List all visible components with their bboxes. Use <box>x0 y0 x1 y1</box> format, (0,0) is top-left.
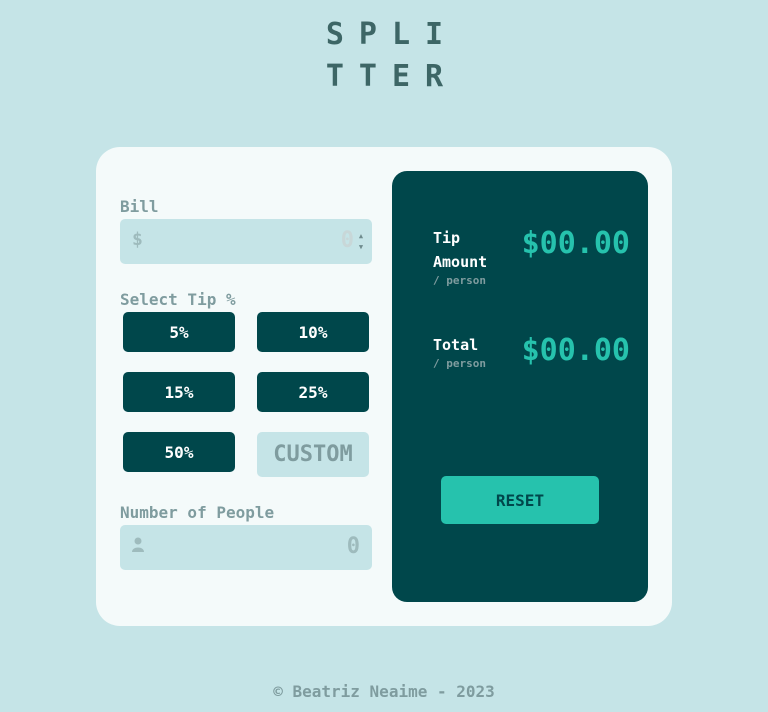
spin-down-icon[interactable]: ▼ <box>359 243 363 251</box>
total-label: Total <box>433 336 479 354</box>
tip-amount-label-line1: Tip <box>433 229 461 247</box>
tip-button-10[interactable]: 10% <box>257 312 369 352</box>
people-value: 0 <box>346 534 360 559</box>
tip-per-person-label: / person <box>433 274 486 287</box>
tip-button-50[interactable]: 50% <box>123 432 235 472</box>
people-input[interactable]: 0 <box>120 525 372 570</box>
reset-button[interactable]: RESET <box>441 476 599 524</box>
bill-value: 0 <box>340 228 354 253</box>
footer-credit: © Beatriz Neaime - 2023 <box>273 682 495 701</box>
tip-button-5[interactable]: 5% <box>123 312 235 352</box>
logo-line-1: SPLI <box>325 17 459 52</box>
tip-button-25[interactable]: 25% <box>257 372 369 412</box>
number-spinner[interactable]: ▲ ▼ <box>356 232 366 251</box>
person-icon <box>132 537 144 557</box>
results-panel: Tip Amount / person $00.00 Total / perso… <box>392 171 648 602</box>
app-logo: SPLI TTER <box>0 14 768 98</box>
people-label: Number of People <box>120 503 275 522</box>
bill-input[interactable]: $ 0 ▲ ▼ <box>120 219 372 264</box>
total-amount-value: $00.00 <box>521 333 630 368</box>
spin-up-icon[interactable]: ▲ <box>359 232 363 240</box>
select-tip-label: Select Tip % <box>120 290 236 309</box>
tip-amount-value: $00.00 <box>521 226 630 261</box>
calculator-card: Bill $ 0 ▲ ▼ Select Tip % 5% 10% 15% 25%… <box>96 147 672 626</box>
tip-button-15[interactable]: 15% <box>123 372 235 412</box>
tip-amount-label: Tip Amount <box>433 226 487 274</box>
bill-label: Bill <box>120 197 159 216</box>
custom-tip-input[interactable]: CUSTOM <box>257 432 369 477</box>
logo-line-2: TTER <box>325 59 459 94</box>
dollar-icon: $ <box>132 229 143 250</box>
tip-amount-label-line2: Amount <box>433 253 488 271</box>
total-per-person-label: / person <box>433 357 486 370</box>
